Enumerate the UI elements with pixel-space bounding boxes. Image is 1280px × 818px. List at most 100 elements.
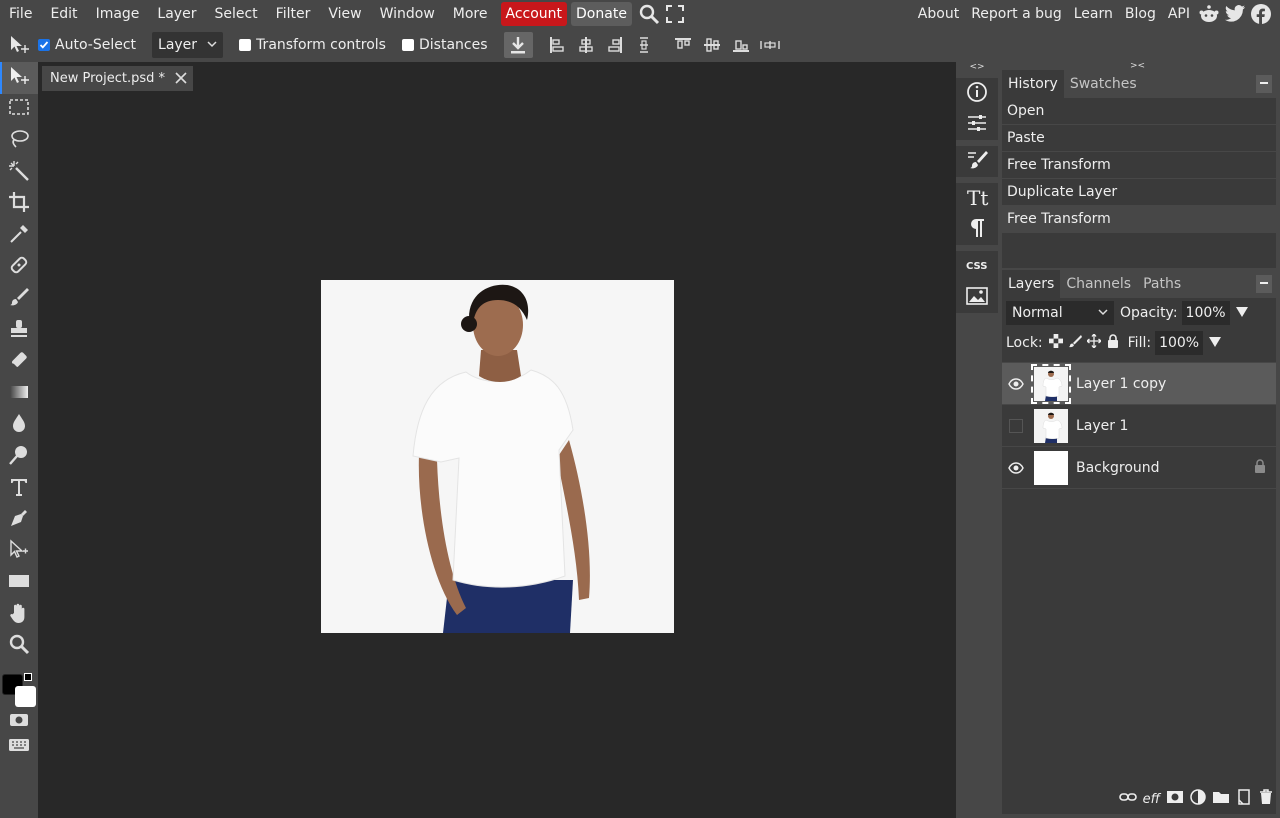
brush-tool-button[interactable] bbox=[0, 283, 38, 315]
lock-position-icon[interactable] bbox=[1086, 333, 1102, 352]
menu-filter[interactable]: Filter bbox=[267, 0, 320, 28]
menu-select[interactable]: Select bbox=[205, 0, 266, 28]
expand-collapse-toggle[interactable]: <> bbox=[956, 62, 998, 72]
magic-wand-tool-button[interactable] bbox=[0, 157, 38, 189]
link-layers-icon[interactable] bbox=[1118, 791, 1137, 807]
lock-transparency-icon[interactable] bbox=[1048, 334, 1063, 352]
distances-checkbox[interactable]: Distances bbox=[401, 37, 488, 53]
align-middle-vertical-icon[interactable] bbox=[698, 32, 727, 58]
menu-layer[interactable]: Layer bbox=[148, 0, 205, 28]
twitter-icon[interactable] bbox=[1222, 1, 1248, 27]
default-colors-icon[interactable] bbox=[24, 673, 32, 682]
move-tool-button[interactable] bbox=[0, 62, 38, 94]
document-tab[interactable]: New Project.psd * bbox=[42, 66, 193, 91]
brush-settings-button[interactable] bbox=[956, 146, 998, 177]
document-canvas[interactable] bbox=[321, 280, 674, 633]
zoom-tool-button[interactable] bbox=[0, 631, 38, 663]
image-panel-button[interactable] bbox=[956, 282, 998, 313]
reddit-icon[interactable] bbox=[1196, 1, 1222, 27]
healing-brush-tool-button[interactable] bbox=[0, 252, 38, 284]
css-panel-button[interactable]: CSS bbox=[956, 251, 998, 282]
opacity-dropdown-icon[interactable] bbox=[1235, 305, 1248, 321]
menu-image[interactable]: Image bbox=[87, 0, 149, 28]
tab-history[interactable]: History bbox=[1002, 70, 1064, 98]
menu-more[interactable]: More bbox=[444, 0, 497, 28]
search-icon[interactable] bbox=[636, 1, 662, 27]
eraser-tool-button[interactable] bbox=[0, 346, 38, 378]
link-blog[interactable]: Blog bbox=[1119, 0, 1162, 28]
auto-select-checkbox[interactable]: Auto-Select bbox=[38, 37, 136, 53]
download-icon[interactable] bbox=[503, 32, 533, 58]
distribute-horizontal-icon[interactable] bbox=[630, 32, 659, 58]
layer-effects-button[interactable]: eff bbox=[1143, 792, 1160, 807]
close-icon[interactable] bbox=[175, 69, 187, 88]
link-learn[interactable]: Learn bbox=[1068, 0, 1119, 28]
lock-all-icon[interactable] bbox=[1106, 333, 1120, 353]
history-item[interactable]: Free Transform bbox=[1002, 152, 1276, 179]
history-item[interactable]: Duplicate Layer bbox=[1002, 179, 1276, 206]
paragraph-panel-button[interactable] bbox=[956, 214, 998, 245]
align-center-horizontal-icon[interactable] bbox=[572, 32, 601, 58]
distribute-vertical-icon[interactable] bbox=[756, 32, 785, 58]
gradient-tool-button[interactable] bbox=[0, 378, 38, 410]
tab-channels[interactable]: Channels bbox=[1060, 270, 1137, 298]
tab-paths[interactable]: Paths bbox=[1137, 270, 1187, 298]
menu-edit[interactable]: Edit bbox=[41, 0, 86, 28]
eye-icon[interactable] bbox=[1002, 461, 1030, 474]
lock-pixels-icon[interactable] bbox=[1068, 334, 1082, 352]
link-report-bug[interactable]: Report a bug bbox=[965, 0, 1068, 28]
fullscreen-icon[interactable] bbox=[662, 1, 688, 27]
link-about[interactable]: About bbox=[912, 0, 965, 28]
tab-swatches[interactable]: Swatches bbox=[1064, 70, 1143, 98]
clone-stamp-tool-button[interactable] bbox=[0, 315, 38, 347]
blur-tool-button[interactable] bbox=[0, 410, 38, 442]
crop-tool-button[interactable] bbox=[0, 188, 38, 220]
background-color-swatch[interactable] bbox=[15, 686, 36, 708]
dodge-tool-button[interactable] bbox=[0, 441, 38, 473]
info-panel-button[interactable] bbox=[956, 78, 998, 109]
align-right-icon[interactable] bbox=[601, 32, 630, 58]
marquee-tool-button[interactable] bbox=[0, 94, 38, 126]
adjustments-panel-button[interactable] bbox=[956, 109, 998, 140]
folder-icon[interactable] bbox=[1212, 790, 1230, 808]
menu-window[interactable]: Window bbox=[371, 0, 444, 28]
layer-row[interactable]: Layer 1 bbox=[1002, 405, 1276, 447]
account-button[interactable]: Account bbox=[500, 2, 568, 26]
character-panel-button[interactable]: Tt bbox=[956, 183, 998, 214]
transform-controls-checkbox[interactable]: Transform controls bbox=[239, 37, 386, 53]
blend-mode-dropdown[interactable]: Normal bbox=[1006, 301, 1114, 325]
path-select-tool-button[interactable] bbox=[0, 536, 38, 568]
auto-select-target-dropdown[interactable]: Layer bbox=[152, 32, 224, 58]
new-layer-icon[interactable] bbox=[1236, 789, 1252, 809]
history-item-current[interactable]: Free Transform bbox=[1002, 206, 1276, 233]
menu-file[interactable]: File bbox=[0, 0, 41, 28]
panel-menu-icon[interactable] bbox=[1256, 75, 1272, 93]
fill-dropdown-icon[interactable] bbox=[1209, 335, 1222, 351]
type-tool-button[interactable] bbox=[0, 473, 38, 505]
align-top-icon[interactable] bbox=[669, 32, 698, 58]
history-item[interactable]: Paste bbox=[1002, 125, 1276, 152]
tab-layers[interactable]: Layers bbox=[1002, 270, 1061, 298]
pen-tool-button[interactable] bbox=[0, 504, 38, 536]
donate-button[interactable]: Donate bbox=[571, 2, 632, 26]
fill-input[interactable]: 100% bbox=[1155, 331, 1204, 355]
lasso-tool-button[interactable] bbox=[0, 125, 38, 157]
menu-view[interactable]: View bbox=[319, 0, 370, 28]
align-bottom-icon[interactable] bbox=[727, 32, 756, 58]
layer-mask-icon[interactable] bbox=[1166, 790, 1184, 808]
visibility-toggle-off[interactable] bbox=[1002, 418, 1030, 433]
facebook-icon[interactable] bbox=[1248, 1, 1274, 27]
keyboard-shortcuts-button[interactable] bbox=[0, 734, 38, 760]
panel-menu-icon[interactable] bbox=[1256, 275, 1272, 293]
history-item[interactable]: Open bbox=[1002, 98, 1276, 125]
trash-icon[interactable] bbox=[1258, 789, 1274, 809]
shape-tool-button[interactable] bbox=[0, 568, 38, 600]
quick-mask-button[interactable] bbox=[0, 710, 38, 734]
layer-row[interactable]: Layer 1 copy bbox=[1002, 363, 1276, 405]
layer-row[interactable]: Background bbox=[1002, 447, 1276, 489]
eye-icon[interactable] bbox=[1002, 377, 1030, 390]
link-api[interactable]: API bbox=[1162, 0, 1196, 28]
panel-collapse-toggle[interactable]: >< bbox=[998, 62, 1280, 71]
color-swatches[interactable] bbox=[0, 666, 38, 708]
hand-tool-button[interactable] bbox=[0, 599, 38, 631]
